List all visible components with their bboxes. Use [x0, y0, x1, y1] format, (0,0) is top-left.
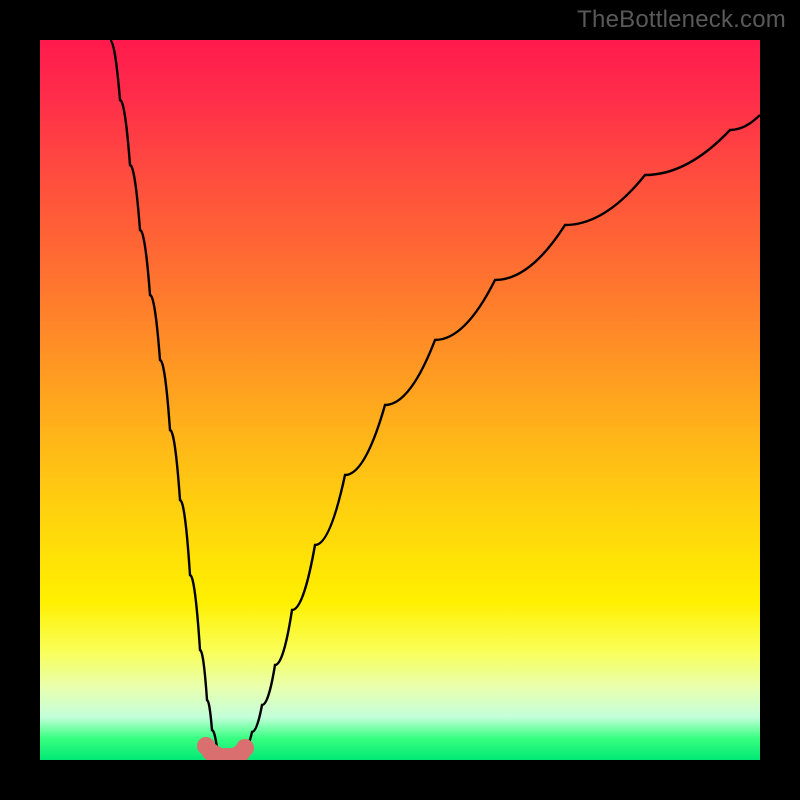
chart-frame: TheBottleneck.com [0, 0, 800, 800]
bottleneck-curve [40, 40, 760, 760]
plot-area [40, 40, 760, 760]
valley-marker-dot [236, 739, 254, 757]
valley-marker [197, 737, 254, 760]
watermark-text: TheBottleneck.com [577, 6, 786, 34]
curve-left-branch [110, 40, 221, 754]
curve-right-branch [240, 115, 760, 754]
